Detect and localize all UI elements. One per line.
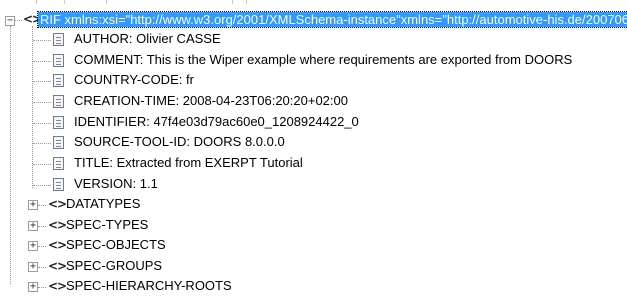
attribute-label[interactable]: COUNTRY-CODE: fr bbox=[74, 72, 194, 87]
xml-element-icon: <> bbox=[48, 197, 67, 211]
attribute-document-icon bbox=[53, 136, 64, 149]
attribute-node[interactable]: AUTHOR: Olivier CASSE bbox=[0, 30, 627, 50]
root-node-label[interactable]: RIF xmlns:xsi="http://www.w3.org/2001/XM… bbox=[36, 11, 627, 28]
collapse-toggle-icon[interactable]: − bbox=[5, 16, 15, 26]
expand-toggle-icon[interactable]: + bbox=[28, 282, 38, 292]
expand-toggle-icon[interactable]: + bbox=[28, 221, 38, 231]
element-label[interactable]: SPEC-HIERARCHY-ROOTS bbox=[66, 278, 232, 293]
xml-element-icon: <> bbox=[48, 279, 67, 293]
attribute-node[interactable]: COMMENT: This is the Wiper example where… bbox=[0, 51, 627, 71]
attribute-label[interactable]: CREATION-TIME: 2008-04-23T06:20:20+02:00 bbox=[74, 93, 348, 108]
tree-element-node[interactable]: + <> DATATYPES bbox=[0, 195, 627, 215]
expand-toggle-icon[interactable]: + bbox=[28, 200, 38, 210]
attribute-label[interactable]: SOURCE-TOOL-ID: DOORS 8.0.0.0 bbox=[74, 134, 285, 149]
tree-element-node[interactable]: + <> SPEC-TYPES bbox=[0, 216, 627, 236]
expand-toggle-icon[interactable]: + bbox=[28, 241, 38, 251]
expand-toggle-icon[interactable]: + bbox=[28, 262, 38, 272]
tree-element-node[interactable]: + <> SPEC-OBJECTS bbox=[0, 236, 627, 256]
xml-element-icon: <> bbox=[48, 259, 67, 273]
attribute-document-icon bbox=[53, 178, 64, 191]
xml-tree-view: − <> RIF xmlns:xsi="http://www.w3.org/20… bbox=[0, 0, 627, 297]
attribute-document-icon bbox=[53, 157, 64, 170]
attribute-node[interactable]: CREATION-TIME: 2008-04-23T06:20:20+02:00 bbox=[0, 92, 627, 112]
attribute-label[interactable]: VERSION: 1.1 bbox=[74, 176, 158, 191]
element-label[interactable]: SPEC-GROUPS bbox=[66, 258, 162, 273]
attribute-document-icon bbox=[53, 54, 64, 67]
tree-element-node[interactable]: + <> SPEC-HIERARCHY-ROOTS bbox=[0, 277, 627, 297]
attribute-document-icon bbox=[53, 74, 64, 87]
attribute-label[interactable]: AUTHOR: Olivier CASSE bbox=[74, 31, 221, 46]
attribute-label[interactable]: TITLE: Extracted from EXERPT Tutorial bbox=[74, 155, 303, 170]
tree-root-node[interactable]: − <> RIF xmlns:xsi="http://www.w3.org/20… bbox=[0, 11, 627, 31]
attribute-document-icon bbox=[53, 33, 64, 46]
attribute-document-icon bbox=[53, 95, 64, 108]
element-label[interactable]: DATATYPES bbox=[66, 196, 140, 211]
xml-element-icon: <> bbox=[48, 218, 67, 232]
attribute-label[interactable]: IDENTIFIER: 47f4e03d79ac60e0_1208924422_… bbox=[74, 114, 359, 129]
attribute-node[interactable]: TITLE: Extracted from EXERPT Tutorial bbox=[0, 154, 627, 174]
tree-element-node[interactable]: + <> SPEC-GROUPS bbox=[0, 257, 627, 277]
attribute-label[interactable]: COMMENT: This is the Wiper example where… bbox=[74, 52, 572, 67]
element-label[interactable]: SPEC-OBJECTS bbox=[66, 237, 166, 252]
xml-element-icon: <> bbox=[48, 238, 67, 252]
attribute-node[interactable]: IDENTIFIER: 47f4e03d79ac60e0_1208924422_… bbox=[0, 113, 627, 133]
attribute-node[interactable]: VERSION: 1.1 bbox=[0, 175, 627, 195]
attribute-document-icon bbox=[53, 116, 64, 129]
attribute-node[interactable]: COUNTRY-CODE: fr bbox=[0, 71, 627, 91]
attribute-node[interactable]: SOURCE-TOOL-ID: DOORS 8.0.0.0 bbox=[0, 133, 627, 153]
element-label[interactable]: SPEC-TYPES bbox=[66, 217, 148, 232]
